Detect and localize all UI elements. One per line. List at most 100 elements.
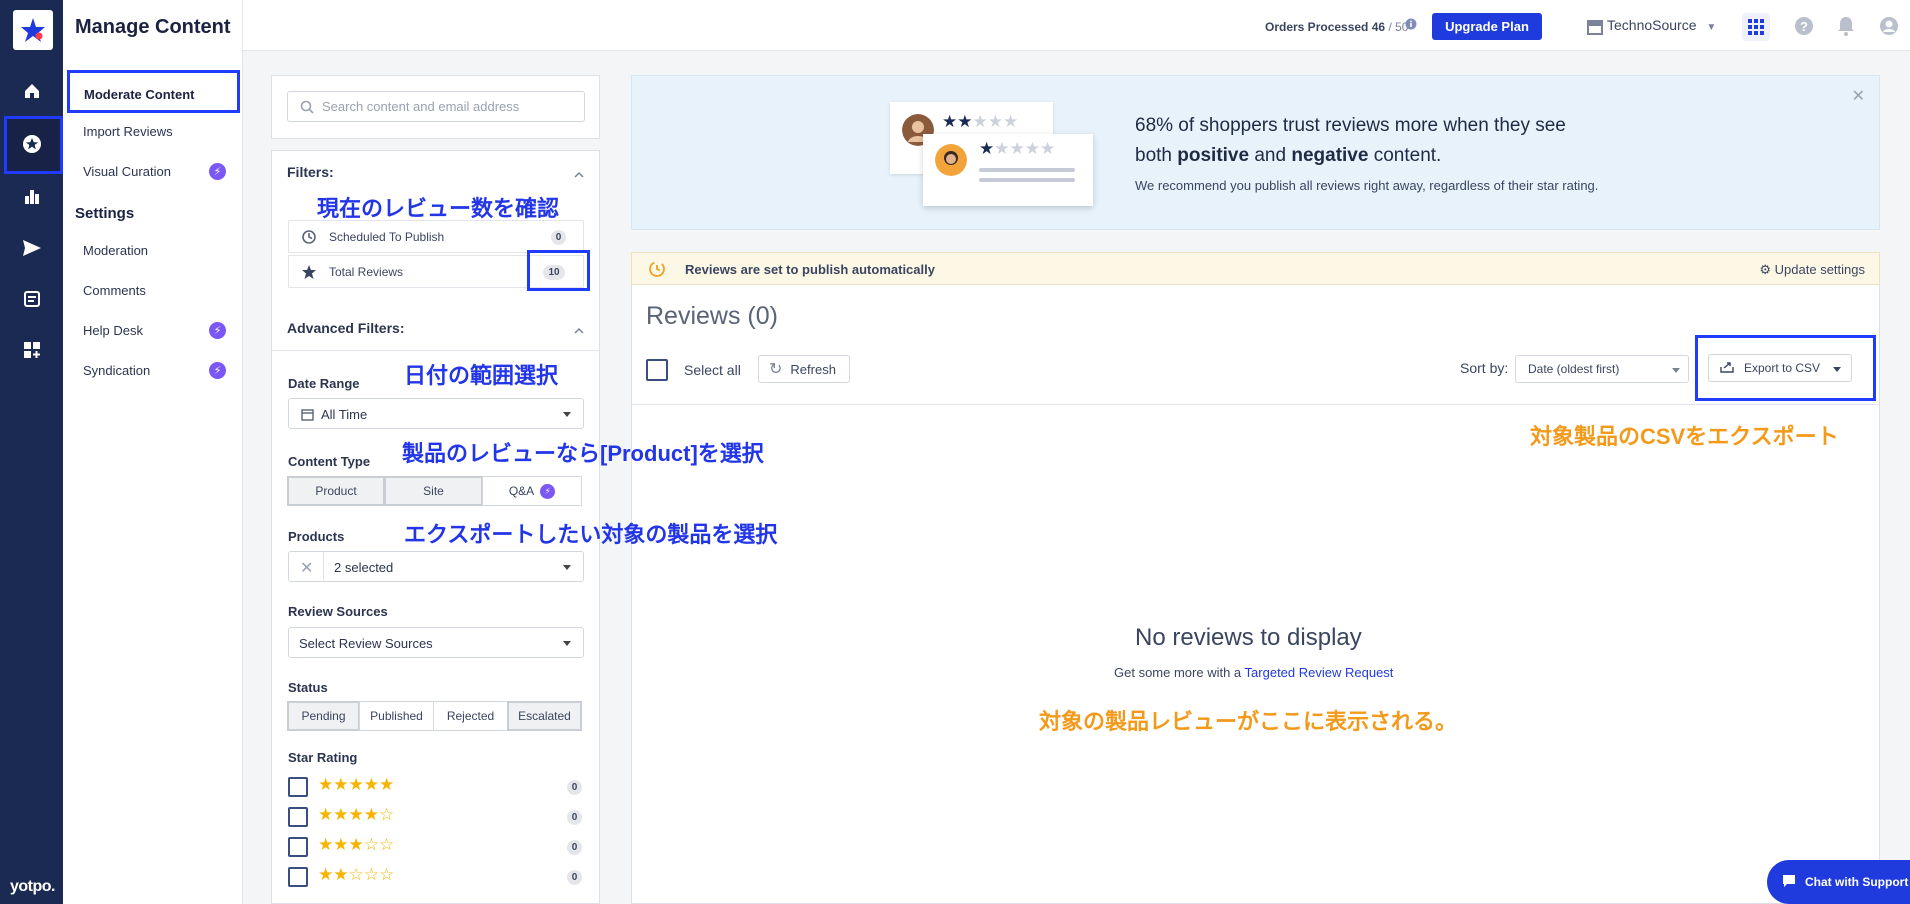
select-all-label[interactable]: Select all xyxy=(684,362,741,378)
products-select[interactable]: ✕ 2 selected xyxy=(288,551,584,582)
annotation-export-csv: 対象製品のCSVをエクスポート xyxy=(1530,424,1839,449)
export-icon xyxy=(1720,361,1734,376)
trust-banner: ★★★★★ ★★★★★ 68% of shoppers trust review… xyxy=(631,75,1880,230)
stars-1-icon: ★★★★★ xyxy=(979,139,1056,158)
caret-down-icon xyxy=(563,565,571,570)
checkbox[interactable] xyxy=(288,867,308,887)
yotpo-logo[interactable] xyxy=(13,10,53,50)
targeted-review-request-link[interactable]: Targeted Review Request xyxy=(1245,665,1394,680)
banner-subtext: We recommend you publish all reviews rig… xyxy=(1135,178,1599,193)
chevron-up-icon[interactable] xyxy=(574,326,584,336)
review-card-illustration: ★★★★★ xyxy=(923,134,1093,206)
content-type-qa-label: Q&A xyxy=(508,484,535,498)
empty-state-subtext: Get some more with a Targeted Review Req… xyxy=(1114,665,1394,680)
star-icon xyxy=(301,264,317,283)
star-rating-row-5[interactable]: ★★★★★ 0 xyxy=(288,775,584,797)
content-type-product[interactable]: Product xyxy=(287,476,385,506)
top-bar: Orders Processed 46 / 50 Upgrade Plan Te… xyxy=(243,0,1910,51)
annotation-product-type: 製品のレビューなら[Product]を選択 xyxy=(402,441,764,466)
divider xyxy=(323,552,324,581)
chat-with-support-button[interactable]: Chat with Support xyxy=(1767,860,1910,904)
text-line xyxy=(979,168,1075,172)
nav-item-import-reviews[interactable]: Import Reviews xyxy=(83,124,173,139)
status-pending[interactable]: Pending xyxy=(287,701,360,731)
store-switcher[interactable]: TechnoSource ▼ xyxy=(1607,17,1716,33)
sort-by-label: Sort by: xyxy=(1460,360,1509,376)
star-count-badge: 0 xyxy=(567,870,582,885)
nav-item-moderation[interactable]: Moderation xyxy=(83,243,148,258)
bolt-icon: ⚡ xyxy=(209,322,226,339)
chat-bubble-icon xyxy=(1781,874,1797,891)
content-nav-sidebar: Manage Content Moderate Content Import R… xyxy=(63,0,243,904)
search-input-wrapper[interactable] xyxy=(287,91,585,122)
home-icon[interactable] xyxy=(18,77,46,105)
update-settings-link[interactable]: ⚙ Update settings xyxy=(1759,262,1865,278)
annotation-date-range: 日付の範囲選択 xyxy=(404,363,559,388)
stars-5-icon: ★★★★★ xyxy=(318,775,395,794)
caret-down-icon xyxy=(1833,367,1841,372)
review-sources-label: Review Sources xyxy=(288,604,388,619)
apps-grid-icon[interactable] xyxy=(1742,13,1770,41)
notifications-bell-icon[interactable] xyxy=(1834,14,1858,38)
scheduled-label: Scheduled To Publish xyxy=(329,230,445,244)
nav-item-visual-curation[interactable]: Visual Curation xyxy=(83,164,171,179)
nav-item-syndication[interactable]: Syndication xyxy=(83,363,150,378)
svg-text:?: ? xyxy=(1800,19,1808,34)
banner-headline: 68% of shoppers trust reviews more when … xyxy=(1135,115,1566,166)
scheduled-to-publish-filter[interactable]: Scheduled To Publish 0 xyxy=(288,220,584,253)
store-name: TechnoSource xyxy=(1607,17,1697,33)
scheduled-count-badge: 0 xyxy=(551,230,566,245)
review-sources-select[interactable]: Select Review Sources xyxy=(288,627,584,658)
content-type-site[interactable]: Site xyxy=(384,476,483,506)
analytics-icon[interactable] xyxy=(18,182,46,210)
select-all-checkbox[interactable] xyxy=(646,359,668,381)
update-settings-label: Update settings xyxy=(1774,262,1865,277)
date-range-select[interactable]: All Time xyxy=(288,398,584,429)
star-rating-row-3[interactable]: ★★★☆☆ 0 xyxy=(288,835,584,857)
caret-down-icon xyxy=(1672,368,1680,373)
nav-item-help-desk[interactable]: Help Desk xyxy=(83,323,143,338)
help-icon[interactable]: ? xyxy=(1792,14,1816,38)
status-rejected[interactable]: Rejected xyxy=(433,701,508,731)
refresh-button[interactable]: ↻ Refresh xyxy=(758,355,850,383)
total-reviews-label: Total Reviews xyxy=(329,265,404,279)
sort-select[interactable]: Date (oldest first) xyxy=(1515,355,1689,383)
search-icon xyxy=(300,100,314,117)
content-type-qa[interactable]: Q&A ⚡ xyxy=(482,476,582,506)
search-input[interactable] xyxy=(322,99,572,114)
status-published[interactable]: Published xyxy=(359,701,434,731)
products-label: Products xyxy=(288,529,345,544)
export-to-csv-button[interactable]: Export to CSV xyxy=(1708,354,1852,382)
stars-2-icon: ★★★★★ xyxy=(942,112,1019,131)
products-value: 2 selected xyxy=(334,560,394,575)
upgrade-plan-button[interactable]: Upgrade Plan xyxy=(1432,13,1542,40)
icon-rail: yotpo. xyxy=(0,0,63,904)
reviews-star-icon[interactable] xyxy=(18,130,46,158)
status-escalated[interactable]: Escalated xyxy=(507,701,582,731)
star-rating-row-4[interactable]: ★★★★☆ 0 xyxy=(288,805,584,827)
stars-4-icon: ★★★★☆ xyxy=(318,805,395,824)
settings-heading: Settings xyxy=(75,205,135,222)
checkbox[interactable] xyxy=(288,777,308,797)
store-icon xyxy=(1583,15,1607,39)
nav-item-moderate-content[interactable]: Moderate Content xyxy=(67,70,240,113)
schedule-icon xyxy=(301,229,317,248)
orders-processed: Orders Processed 46 / 50 xyxy=(1265,20,1409,34)
user-avatar-icon[interactable] xyxy=(1877,14,1901,38)
chevron-up-icon[interactable] xyxy=(574,170,584,180)
close-icon[interactable]: ✕ xyxy=(1852,86,1865,106)
total-reviews-highlight-box xyxy=(527,250,590,291)
onsite-icon[interactable] xyxy=(18,285,46,313)
checkbox[interactable] xyxy=(288,807,308,827)
annotation-shown-here: 対象の製品レビューがここに表示される。 xyxy=(1039,709,1458,734)
info-icon[interactable] xyxy=(1402,15,1420,33)
send-icon[interactable] xyxy=(18,234,46,262)
apps-add-icon[interactable] xyxy=(18,336,46,364)
checkbox[interactable] xyxy=(288,837,308,857)
star-rating-row-2[interactable]: ★★☆☆☆ 0 xyxy=(288,865,584,887)
clear-x-icon[interactable]: ✕ xyxy=(300,558,313,578)
nav-item-comments[interactable]: Comments xyxy=(83,283,146,298)
caret-down-icon xyxy=(563,641,571,646)
refresh-label: Refresh xyxy=(790,361,836,377)
filters-heading: Filters: xyxy=(287,164,334,180)
